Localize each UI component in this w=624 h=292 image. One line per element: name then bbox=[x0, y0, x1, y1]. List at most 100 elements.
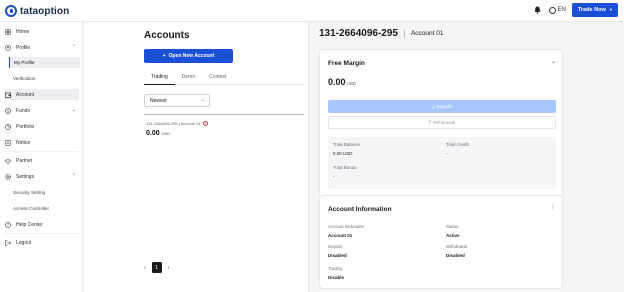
total-balance: Total Balance 0.00 USD bbox=[333, 142, 360, 156]
sidebar-item-label: Logout bbox=[16, 239, 32, 246]
sidebar-item-label: Portfolio bbox=[16, 123, 35, 130]
total-balance-label: Total Balance bbox=[333, 142, 361, 147]
trading-permission-value: Disable bbox=[328, 275, 345, 280]
chevron-down-icon: ⌄ bbox=[71, 107, 76, 113]
sidebar-item-label: Partner bbox=[16, 157, 33, 164]
chevron-left-icon[interactable]: ‹ bbox=[144, 265, 146, 271]
free-margin-currency: USD bbox=[346, 81, 357, 86]
sidebar-item-access-controller[interactable]: Access Controller bbox=[9, 203, 80, 214]
account-information-title: Account Information bbox=[328, 206, 392, 213]
sidebar-item-help-center[interactable]: ? Help Center bbox=[4, 219, 79, 230]
account-number: 131-2664096-295 bbox=[319, 28, 398, 39]
sidebar-item-partner[interactable]: Partner bbox=[4, 155, 79, 166]
account-nickname-label: Account Nickname bbox=[328, 224, 364, 229]
sidebar-item-label: Verification bbox=[13, 76, 36, 81]
warning-icon[interactable]: ! bbox=[202, 121, 208, 126]
account-list-balance: 0.00 USD bbox=[146, 130, 170, 137]
bell-icon[interactable] bbox=[533, 5, 543, 15]
page-number-current[interactable]: 1 bbox=[151, 262, 162, 273]
download-icon: ⤓ bbox=[432, 104, 435, 109]
account-header: 131-2664096-295 Account 01 bbox=[319, 28, 444, 39]
sidebar-item-security-setting[interactable]: Security Setting bbox=[9, 187, 80, 198]
top-bar: tataoption EN Trade Now ▾ bbox=[0, 0, 624, 22]
language-selector[interactable]: EN bbox=[548, 6, 566, 14]
chevron-down-icon[interactable]: ⌄ bbox=[551, 58, 556, 65]
header-divider bbox=[403, 29, 405, 38]
sidebar-item-notice[interactable]: Notice bbox=[4, 137, 79, 148]
chevron-right-icon[interactable]: › bbox=[168, 265, 170, 271]
sidebar-item-my-profile[interactable]: My Profile bbox=[9, 57, 80, 68]
account-status: Status Active bbox=[446, 224, 460, 238]
user-circle-icon bbox=[5, 44, 11, 51]
total-bonus-value: - bbox=[333, 174, 335, 179]
coin-icon: $ bbox=[5, 107, 11, 114]
page-title: Accounts bbox=[144, 30, 190, 41]
deposit-permission: Deposit Disabled bbox=[328, 244, 347, 258]
open-new-account-label: Open New Account bbox=[168, 53, 215, 59]
svg-text:?: ? bbox=[7, 222, 9, 227]
language-label: EN bbox=[557, 7, 566, 13]
free-margin-card: Free Margin ⌄ 0.00USD ⤓ Deposit ⤒ Withdr… bbox=[319, 49, 563, 199]
chevron-down-icon: ▾ bbox=[609, 7, 612, 12]
sidebar-item-profile[interactable]: Profile ⌃ bbox=[4, 42, 79, 53]
sidebar-item-settings[interactable]: Settings ⌃ bbox=[4, 171, 79, 182]
sidebar-item-funds[interactable]: $ Funds ⌄ bbox=[4, 105, 79, 116]
portfolio-icon bbox=[5, 123, 11, 130]
open-new-account-button[interactable]: + Open New Account bbox=[144, 49, 233, 63]
withdrawal-permission-label: Withdrawal bbox=[446, 244, 468, 249]
trade-now-button[interactable]: Trade Now ▾ bbox=[571, 3, 618, 17]
total-credit-label: Total Credit bbox=[446, 142, 469, 147]
svg-text:$: $ bbox=[7, 108, 10, 113]
sidebar-item-label: Security Setting bbox=[13, 190, 46, 195]
withdrawal-permission-value: Disabled bbox=[446, 253, 465, 258]
account-information-card: Account Information ⋮ Account Nickname A… bbox=[319, 195, 563, 289]
gear-icon bbox=[5, 173, 11, 180]
account-status-label: Status bbox=[446, 224, 459, 229]
sidebar-divider bbox=[4, 151, 79, 152]
tab-demo[interactable]: Demo bbox=[175, 70, 202, 85]
plus-icon: + bbox=[162, 53, 166, 59]
sidebar-item-home[interactable]: Home bbox=[4, 26, 79, 37]
sidebar-item-verification[interactable]: Verification bbox=[9, 73, 80, 84]
globe-icon bbox=[548, 6, 556, 14]
sidebar-item-label: Funds bbox=[16, 107, 30, 114]
withdrawal-label: Withdrawal bbox=[432, 120, 456, 125]
sidebar-item-label: Home bbox=[16, 28, 30, 35]
sort-select-value: Newest bbox=[150, 97, 167, 104]
account-list-line-text: 131-2664096-295 | Account 01 bbox=[146, 121, 201, 126]
more-vertical-icon[interactable]: ⋮ bbox=[550, 204, 556, 211]
sidebar-item-label: Settings bbox=[16, 173, 35, 180]
wallet-icon bbox=[5, 92, 12, 98]
total-bonus: Total Bonus - bbox=[333, 165, 357, 179]
sidebar: Home Profile ⌃ My Profile Verification A… bbox=[0, 22, 83, 292]
help-icon: ? bbox=[5, 221, 11, 228]
total-credit: Total Credit - bbox=[446, 142, 469, 156]
sidebar-item-logout[interactable]: Logout bbox=[4, 237, 79, 248]
total-bonus-label: Total Bonus bbox=[333, 165, 357, 170]
sidebar-item-label: Account bbox=[16, 91, 35, 98]
trading-permission-label: Trading bbox=[328, 266, 343, 271]
account-list-line: 131-2664096-295 | Account 01 ! bbox=[146, 121, 208, 126]
sidebar-item-label: Access Controller bbox=[13, 206, 49, 211]
chevron-down-icon: ⌄ bbox=[200, 97, 205, 103]
withdrawal-permission: Withdrawal Disabled bbox=[446, 244, 467, 258]
tab-trading[interactable]: Trading bbox=[144, 70, 175, 85]
balance-summary: Total Balance 0.00 USD Total Credit - To… bbox=[328, 137, 556, 189]
deposit-permission-label: Deposit bbox=[328, 244, 343, 249]
account-list-item[interactable]: 131-2664096-295 | Account 01 ! 0.00 USD bbox=[144, 114, 304, 166]
brand-logo[interactable]: tataoption bbox=[5, 5, 69, 17]
deposit-button[interactable]: ⤓ Deposit bbox=[328, 100, 556, 113]
free-margin-value: 0.00 bbox=[328, 77, 346, 87]
handshake-icon bbox=[4, 158, 12, 164]
tab-contest[interactable]: Contest bbox=[202, 70, 233, 85]
upload-icon: ⤒ bbox=[428, 120, 431, 125]
withdrawal-button[interactable]: ⤒ Withdrawal bbox=[328, 116, 556, 129]
trading-permission: Trading Disable bbox=[328, 266, 344, 280]
grid-icon bbox=[4, 28, 12, 35]
sidebar-item-portfolio[interactable]: Portfolio bbox=[4, 121, 79, 132]
account-status-value: Active bbox=[446, 233, 460, 238]
logo-icon bbox=[5, 5, 17, 17]
chevron-up-icon: ⌃ bbox=[71, 173, 76, 179]
sort-select[interactable]: Newest ⌄ bbox=[144, 94, 210, 107]
sidebar-item-account[interactable]: Account bbox=[4, 89, 79, 100]
